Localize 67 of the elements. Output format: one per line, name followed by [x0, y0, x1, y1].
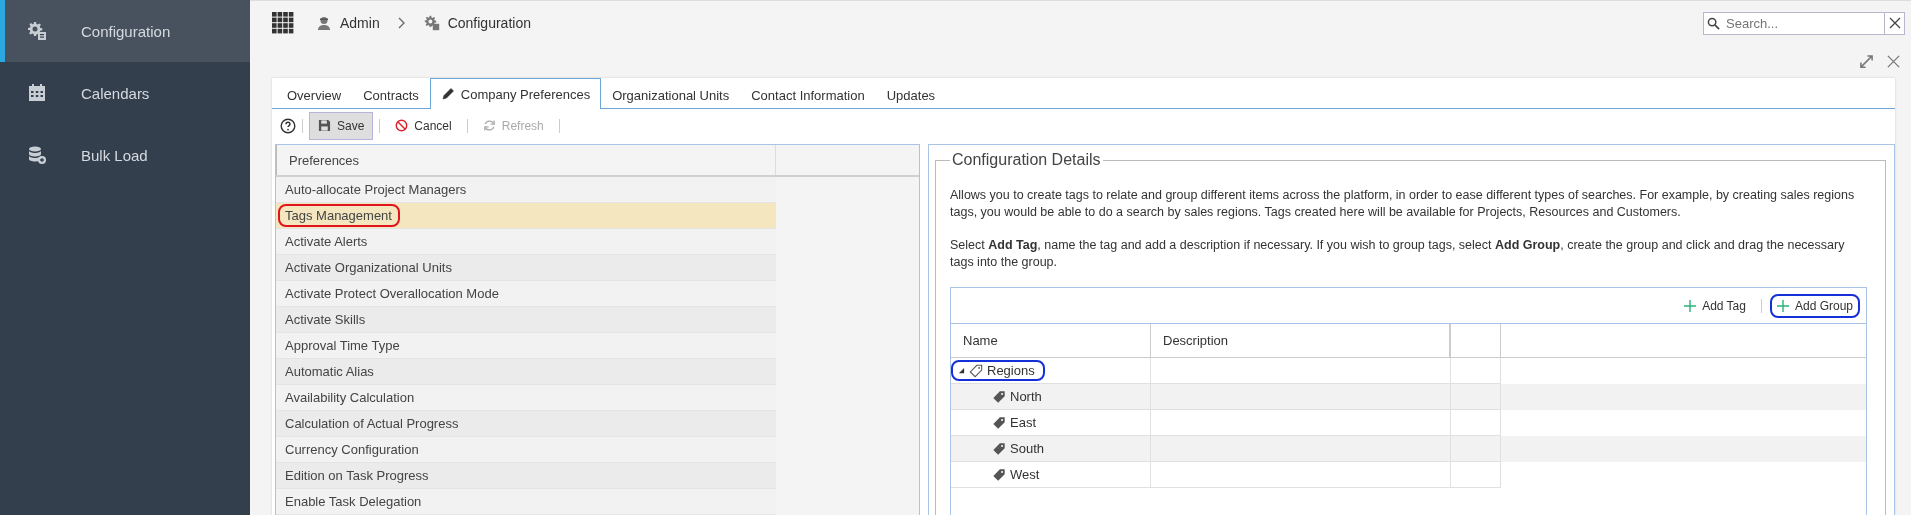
- save-button[interactable]: Save: [309, 111, 374, 140]
- chevron-right-icon: [397, 17, 406, 29]
- breadcrumb-link[interactable]: Configuration: [423, 15, 531, 31]
- cancel-icon: [395, 119, 409, 132]
- help-icon[interactable]: [280, 117, 296, 134]
- clear-button[interactable]: [1885, 11, 1905, 35]
- tag-icon: [992, 389, 1006, 404]
- user-icon: [316, 15, 332, 31]
- preference-label: Activate Alerts: [284, 233, 369, 251]
- tab[interactable]: Contracts: [352, 80, 430, 109]
- gear-icon: [27, 21, 47, 41]
- add-button[interactable]: Add Tag: [1677, 293, 1753, 318]
- calendar-icon: [27, 83, 47, 103]
- close-icon: [1888, 17, 1901, 29]
- preference-label: Availability Calculation: [284, 389, 416, 407]
- refresh-icon: [482, 119, 496, 132]
- plus-icon: [1684, 299, 1697, 312]
- close-icon[interactable]: [1886, 54, 1901, 69]
- tab[interactable]: Overview: [276, 80, 353, 109]
- preference-label: Activate Organizational Units: [284, 259, 453, 277]
- expand-icon[interactable]: [1859, 54, 1874, 69]
- app-grid-icon[interactable]: [272, 12, 294, 34]
- plus-icon: [1776, 299, 1789, 312]
- preference-label: Approval Time Type: [284, 337, 401, 355]
- sidebar-item[interactable]: Calendars: [0, 62, 250, 124]
- preference-label: Edition on Task Progress: [284, 467, 430, 485]
- tab[interactable]: Updates: [875, 80, 947, 109]
- pencil-icon: [440, 87, 455, 101]
- preference-row[interactable]: Tags Management: [276, 203, 776, 229]
- tab[interactable]: Organizational Units: [601, 80, 741, 109]
- tab[interactable]: Contact Information: [740, 80, 876, 109]
- sidebar-item[interactable]: Configuration: [0, 0, 250, 62]
- preference-label: Activate Protect Overallocation Mode: [284, 285, 500, 303]
- tag-icon: [992, 467, 1006, 482]
- tag-icon: [992, 415, 1006, 430]
- search-icon: [1707, 16, 1720, 30]
- search-field[interactable]: Search...: [1703, 11, 1885, 35]
- section-title: Configuration Details: [951, 151, 1102, 169]
- column-header: Name: [951, 324, 1151, 357]
- preference-label: Activate Skills: [284, 311, 367, 329]
- preference-label: Currency Configuration: [284, 441, 420, 459]
- preference-row[interactable]: Edition on Task Progress: [276, 463, 776, 489]
- preference-row[interactable]: Activate Skills: [276, 307, 776, 333]
- help-text: Select Add Tag, name the tag and add a description if necessary. If you wish to group tags, select Add Group, create the group and click and drag the necessary tags into the group.: [950, 237, 1846, 271]
- tag-outline-icon: [969, 363, 983, 378]
- preference-row[interactable]: Calculation of Actual Progress: [276, 411, 776, 437]
- preference-row[interactable]: Activate Organizational Units: [276, 255, 776, 281]
- preference-label: Tags Management: [278, 204, 400, 227]
- preference-label: Calculation of Actual Progress: [284, 415, 460, 433]
- tab[interactable]: Company Preferences: [429, 78, 602, 109]
- breadcrumb-link[interactable]: Admin: [316, 15, 380, 31]
- preference-label: Auto-allocate Project Managers: [284, 181, 468, 199]
- collapse-triangle-icon[interactable]: [958, 367, 965, 374]
- gear-icon: [423, 15, 440, 31]
- cancel-button[interactable]: Cancel: [386, 111, 461, 140]
- table-cell: [1451, 462, 1501, 488]
- add-button[interactable]: Add Group: [1769, 293, 1860, 318]
- column-header: Preferences: [276, 145, 776, 175]
- preference-label: Enable Task Delegation: [284, 493, 423, 511]
- tag-icon: [992, 441, 1006, 456]
- preference-label: Automatic Alias: [284, 363, 375, 381]
- database-icon: [27, 145, 47, 165]
- help-text: Allows you to create tags to relate and group different items across the platform, in order to ease different types of searches. For example, by creating sales regions tags, you would be able to do a search by sales regions. Tags created here will be available for Projects, Resources and Customers.: [950, 187, 1856, 221]
- save-icon: [318, 119, 331, 132]
- preference-row[interactable]: Automatic Alias: [276, 359, 776, 385]
- sidebar-item[interactable]: Bulk Load: [0, 124, 250, 186]
- table-cell: West: [951, 462, 1151, 488]
